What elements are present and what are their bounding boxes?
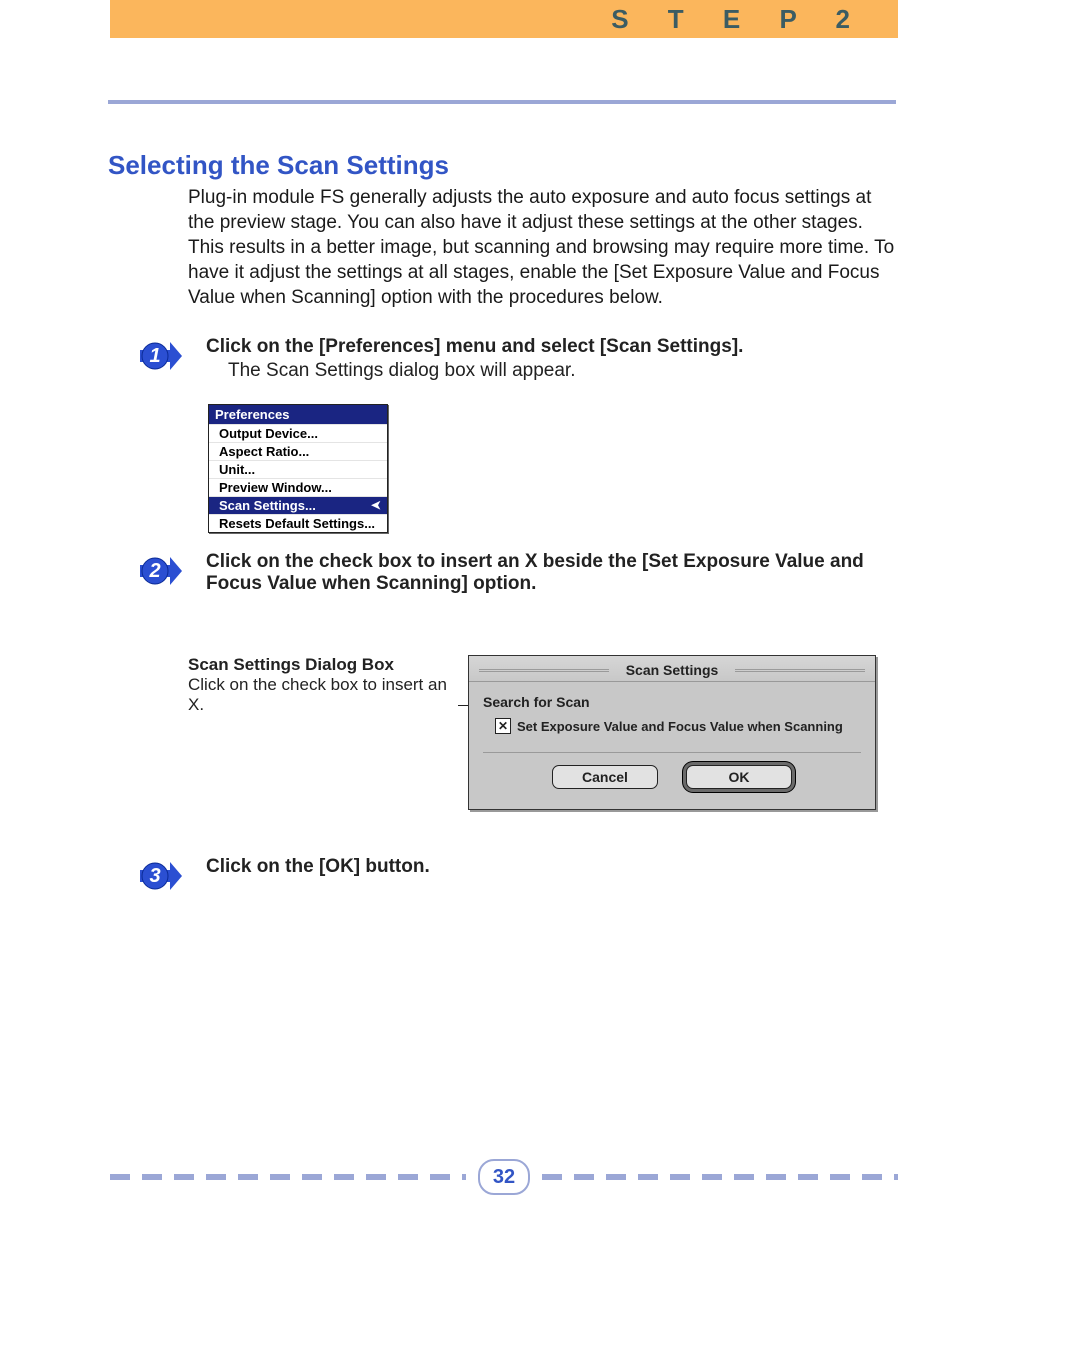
menu-item-preview-window[interactable]: Preview Window...	[209, 478, 387, 496]
step-number-3: 3	[149, 865, 160, 887]
dialog-title: Scan Settings	[469, 656, 875, 682]
scan-settings-dialog: Scan Settings Search for Scan ✕ Set Expo…	[468, 655, 876, 810]
content-area: Selecting the Scan Settings Plug-in modu…	[108, 150, 896, 878]
page-title: Selecting the Scan Settings	[108, 150, 896, 181]
dialog-callout: Scan Settings Dialog Box Click on the ch…	[188, 655, 458, 715]
step-number: S T E P 2	[611, 4, 866, 35]
dialog-callout-title: Scan Settings Dialog Box	[188, 655, 458, 675]
footer-dashes-right	[542, 1174, 898, 1180]
menu-item-unit[interactable]: Unit...	[209, 460, 387, 478]
menu-item-aspect-ratio[interactable]: Aspect Ratio...	[209, 442, 387, 460]
page-number: 32	[478, 1159, 530, 1195]
checkbox-icon[interactable]: ✕	[495, 718, 511, 734]
preferences-menu-title: Preferences	[209, 405, 387, 424]
page: S T E P 2 Selecting the Scan Settings Pl…	[0, 0, 1080, 1365]
step-bullet-2: 2	[140, 551, 182, 591]
cursor-icon: ➤	[371, 498, 381, 512]
checkbox-row[interactable]: ✕ Set Exposure Value and Focus Value whe…	[495, 718, 861, 734]
cancel-button[interactable]: Cancel	[552, 765, 658, 789]
menu-item-scan-settings[interactable]: Scan Settings... ➤	[209, 496, 387, 514]
intro-paragraph: Plug-in module FS generally adjusts the …	[188, 185, 896, 310]
step-2: 2 Click on the check box to insert an X …	[108, 551, 896, 595]
step-3: 3 Click on the [OK] button.	[108, 856, 896, 878]
footer-dashes-left	[110, 1174, 466, 1180]
step-3-title: Click on the [OK] button.	[206, 856, 896, 878]
dialog-callout-desc: Click on the check box to insert an X.	[188, 675, 458, 715]
step-1-title: Click on the [Preferences] menu and sele…	[206, 336, 896, 358]
leader-line	[458, 705, 468, 706]
step-bullet-3: 3	[140, 856, 182, 896]
step-number-2: 2	[148, 560, 160, 582]
dialog-illustration: Scan Settings Dialog Box Click on the ch…	[188, 655, 896, 810]
menu-item-resets-defaults[interactable]: Resets Default Settings...	[209, 514, 387, 532]
step-1-desc: The Scan Settings dialog box will appear…	[228, 360, 896, 382]
checkbox-label: Set Exposure Value and Focus Value when …	[517, 719, 843, 734]
footer: 32	[110, 1159, 898, 1195]
step-1: 1 Click on the [Preferences] menu and se…	[108, 336, 896, 382]
header-band: S T E P 2	[110, 0, 898, 38]
step-bullet-1: 1	[140, 336, 182, 376]
preferences-menu: Preferences Output Device... Aspect Rati…	[208, 404, 388, 533]
step-2-title: Click on the check box to insert an X be…	[206, 551, 886, 595]
menu-item-label: Scan Settings...	[219, 498, 316, 513]
step-number-1: 1	[149, 345, 160, 367]
menu-item-output-device[interactable]: Output Device...	[209, 424, 387, 442]
dialog-section-label: Search for Scan	[483, 694, 861, 710]
horizontal-rule	[108, 100, 896, 104]
ok-button[interactable]: OK	[686, 765, 792, 789]
